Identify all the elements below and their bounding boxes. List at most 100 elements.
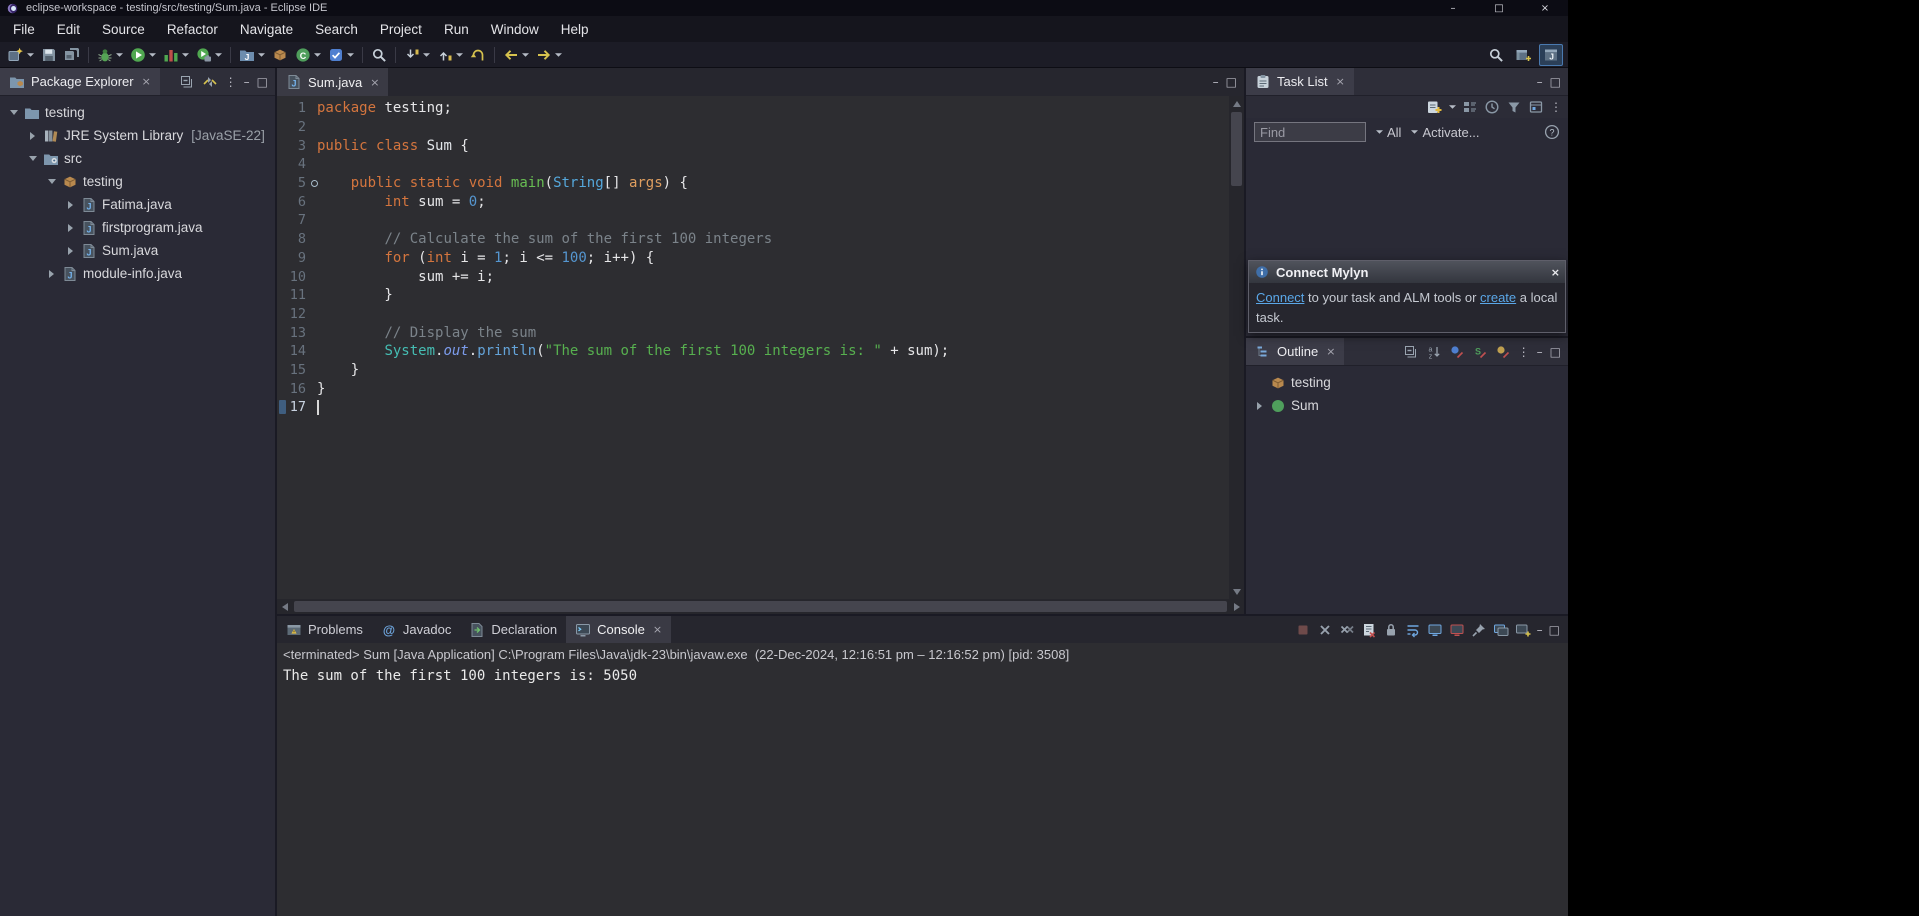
line-number[interactable]: 7 bbox=[277, 212, 315, 228]
toolbar-button-new-java-project[interactable]: J bbox=[236, 44, 268, 66]
toolbar-button-search[interactable] bbox=[368, 44, 390, 66]
package-explorer-link-with-editor-button[interactable] bbox=[202, 74, 218, 90]
toolbar-button-forward[interactable] bbox=[533, 44, 565, 66]
tree-item-jre-system-library[interactable]: JRE System Library [JavaSE-22] bbox=[0, 124, 275, 147]
console-pin-console-button[interactable] bbox=[1471, 622, 1487, 638]
line-number[interactable]: 12 bbox=[277, 306, 315, 322]
menu-file[interactable]: File bbox=[2, 16, 46, 42]
line-number[interactable]: 17 bbox=[277, 399, 315, 415]
tree-item-firstprogram-java[interactable]: Jfirstprogram.java bbox=[0, 216, 275, 239]
dropdown-caret-icon[interactable] bbox=[346, 52, 354, 57]
tree-item-fatima-java[interactable]: J Fatima.java bbox=[0, 193, 275, 216]
tree-item-testing[interactable]: testing bbox=[0, 170, 275, 193]
toolbar-button-save[interactable] bbox=[38, 44, 60, 66]
console-minimize-button[interactable]: – bbox=[1537, 624, 1543, 636]
outline-item-sum[interactable]: Sum bbox=[1246, 394, 1568, 417]
task-filter-activate[interactable]: Activate... bbox=[1410, 125, 1480, 140]
line-number[interactable]: 10 bbox=[277, 269, 315, 285]
console-display-selected-console-button[interactable] bbox=[1493, 622, 1509, 638]
console-remove-launch-button[interactable] bbox=[1317, 622, 1333, 638]
toolbar-button-last-edit-location[interactable] bbox=[467, 44, 489, 66]
outline-maximize-button[interactable]: □ bbox=[1550, 346, 1561, 358]
dropdown-caret-icon[interactable] bbox=[455, 52, 463, 57]
console-maximize-button[interactable]: □ bbox=[1549, 624, 1560, 636]
toolbar-button-external-tools[interactable] bbox=[193, 44, 225, 66]
tab-problems[interactable]: Problems bbox=[277, 616, 372, 643]
dropdown-caret-icon[interactable] bbox=[26, 52, 34, 57]
menu-search[interactable]: Search bbox=[304, 16, 369, 42]
toolbar-button-new[interactable] bbox=[5, 44, 37, 66]
line-number[interactable]: 1 bbox=[277, 100, 315, 116]
editor-minimize-button[interactable]: – bbox=[1213, 76, 1219, 88]
menu-navigate[interactable]: Navigate bbox=[229, 16, 304, 42]
scroll-right-button[interactable] bbox=[1229, 599, 1244, 614]
line-number[interactable]: 2 bbox=[277, 119, 315, 135]
outline-hide-static-button[interactable]: S bbox=[1472, 344, 1488, 360]
console-terminate-button[interactable] bbox=[1295, 622, 1311, 638]
toolbar-button-quick-search[interactable] bbox=[1485, 44, 1507, 66]
task-list-tab[interactable]: Task List × bbox=[1246, 68, 1354, 95]
task-list-new-task-button[interactable] bbox=[1426, 99, 1442, 115]
toolbar-button-save-all[interactable] bbox=[61, 44, 83, 66]
editor-maximize-button[interactable]: □ bbox=[1226, 76, 1237, 88]
dropdown-caret-icon[interactable] bbox=[148, 52, 156, 57]
chevron-right-icon[interactable] bbox=[65, 200, 76, 209]
menu-edit[interactable]: Edit bbox=[46, 16, 91, 42]
outline-view-menu-button[interactable]: ⋮ bbox=[1518, 346, 1530, 358]
task-list-categorized-button[interactable] bbox=[1462, 99, 1478, 115]
package-explorer-minimize-button[interactable]: – bbox=[244, 76, 250, 88]
mylyn-close-icon[interactable]: × bbox=[1551, 266, 1560, 279]
scroll-left-button[interactable] bbox=[277, 599, 292, 614]
line-number[interactable]: 13 bbox=[277, 325, 315, 341]
toolbar-button-coverage[interactable] bbox=[160, 44, 192, 66]
console-clear-console-button[interactable] bbox=[1361, 622, 1377, 638]
horizontal-scrollbar-thumb[interactable] bbox=[294, 601, 1227, 612]
package-explorer-tab[interactable]: Package Explorer × bbox=[0, 68, 160, 95]
package-explorer-maximize-button[interactable]: □ bbox=[257, 76, 268, 88]
mylyn-link-connect[interactable]: Connect bbox=[1256, 290, 1304, 305]
task-list-view-menu-button[interactable]: ⋮ bbox=[1550, 101, 1562, 113]
scroll-down-button[interactable] bbox=[1229, 584, 1244, 599]
dropdown-caret-icon[interactable] bbox=[313, 52, 321, 57]
package-explorer-close-icon[interactable]: × bbox=[142, 75, 151, 88]
menu-run[interactable]: Run bbox=[433, 16, 480, 42]
outline-sort-button[interactable]: az bbox=[1426, 344, 1442, 360]
tree-item-sum-java[interactable]: J Sum.java bbox=[0, 239, 275, 262]
task-list-maximize-button[interactable]: □ bbox=[1550, 76, 1561, 88]
vertical-scrollbar[interactable] bbox=[1229, 96, 1244, 599]
chevron-right-icon[interactable] bbox=[65, 223, 76, 232]
menu-project[interactable]: Project bbox=[369, 16, 433, 42]
line-number[interactable]: 8 bbox=[277, 231, 315, 247]
outline-item-testing[interactable]: testing bbox=[1246, 371, 1568, 394]
dropdown-caret-icon[interactable] bbox=[1448, 105, 1456, 109]
toolbar-button-back[interactable] bbox=[500, 44, 532, 66]
task-list-filter-completed-button[interactable] bbox=[1506, 99, 1522, 115]
line-number[interactable]: 16 bbox=[277, 381, 315, 397]
dropdown-caret-icon[interactable] bbox=[214, 52, 222, 57]
toolbar-button-java-perspective[interactable]: J bbox=[1539, 43, 1563, 66]
toolbar-button-next-annotation[interactable] bbox=[401, 44, 433, 66]
line-number[interactable]: 14 bbox=[277, 343, 315, 359]
package-explorer-view-menu-button[interactable]: ⋮ bbox=[225, 76, 237, 88]
menu-refactor[interactable]: Refactor bbox=[156, 16, 229, 42]
tab-declaration[interactable]: Declaration bbox=[460, 616, 566, 643]
task-list-focus-workweek-button[interactable] bbox=[1528, 99, 1544, 115]
code-editor[interactable]: 1 package testing; 2 3 public class Sum {4 5 … bbox=[277, 96, 1229, 599]
dropdown-caret-icon[interactable] bbox=[554, 52, 562, 57]
outline-close-icon[interactable]: × bbox=[1326, 345, 1335, 358]
line-number[interactable]: 3 bbox=[277, 138, 315, 154]
window-minimize-button[interactable]: – bbox=[1430, 0, 1476, 16]
dropdown-caret-icon[interactable] bbox=[422, 52, 430, 57]
console-word-wrap-button[interactable] bbox=[1405, 622, 1421, 638]
toolbar-button-new-class[interactable]: C bbox=[292, 44, 324, 66]
tree-item-module-info-java[interactable]: Jmodule-info.java bbox=[0, 262, 275, 285]
chevron-right-icon[interactable] bbox=[1254, 401, 1265, 410]
window-close-button[interactable]: × bbox=[1522, 0, 1568, 16]
line-number[interactable]: 15 bbox=[277, 362, 315, 378]
window-maximize-button[interactable]: □ bbox=[1476, 0, 1522, 16]
task-find-input[interactable] bbox=[1254, 122, 1366, 142]
task-list-scheduled-button[interactable] bbox=[1484, 99, 1500, 115]
console-show-stdout-button[interactable] bbox=[1427, 622, 1443, 638]
outline-minimize-button[interactable]: – bbox=[1537, 346, 1543, 358]
mylyn-link-create[interactable]: create bbox=[1480, 290, 1516, 305]
